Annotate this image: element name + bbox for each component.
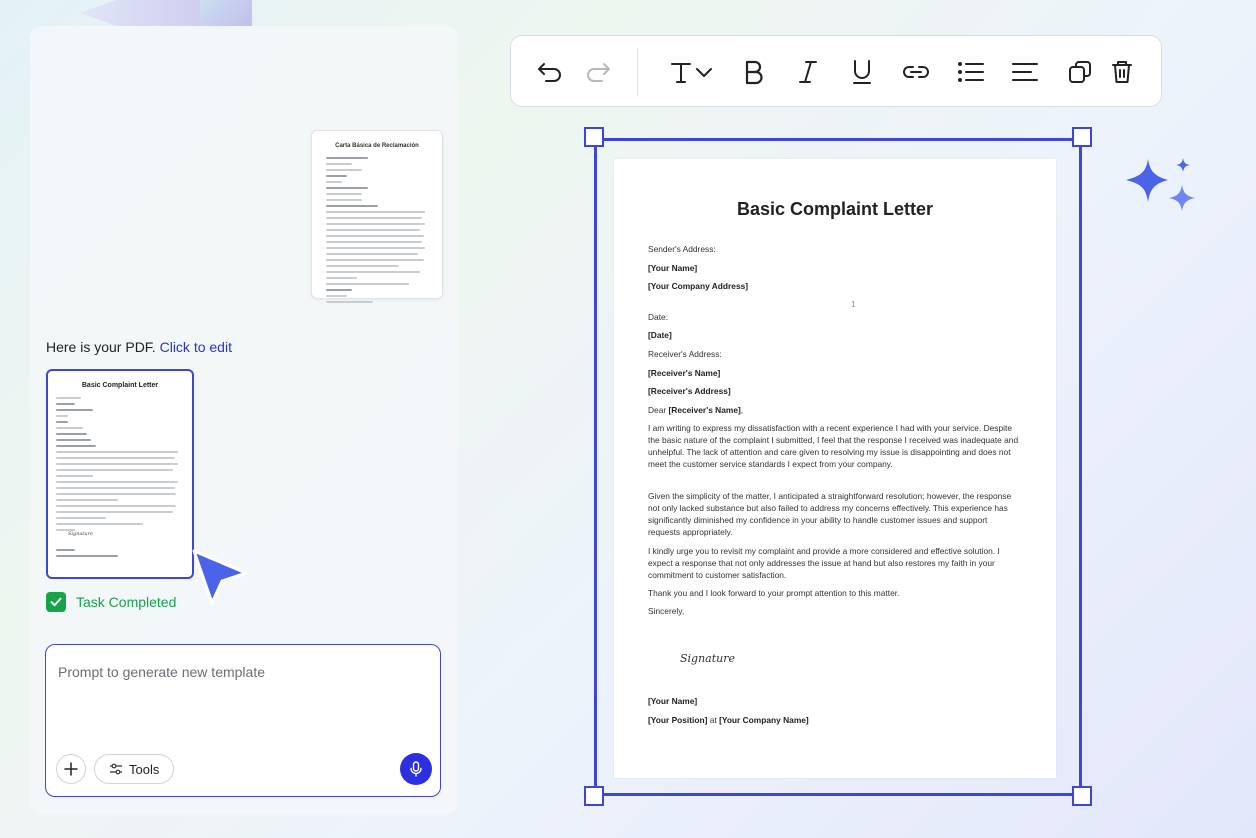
task-status-label: Task Completed xyxy=(76,594,177,610)
page-number: 1 xyxy=(851,299,856,309)
document-page[interactable]: Basic Complaint Letter 1 Sender's Addres… xyxy=(614,159,1056,778)
your-company-address-field: [Your Company Address] xyxy=(648,281,749,291)
signature-image: Signature xyxy=(680,652,736,665)
your-name-field: [Your Name] xyxy=(648,263,698,273)
generated-pdf-thumbnail[interactable]: Basic Complaint Letter Signature xyxy=(46,369,194,579)
add-attachment-button[interactable] xyxy=(56,754,86,784)
paragraph-1: I am writing to express my dissatisfacti… xyxy=(648,423,1019,469)
thumbnail-text-lines xyxy=(56,549,180,561)
prompt-input[interactable] xyxy=(56,663,430,681)
paragraph-3: I kindly urge you to revisit my complain… xyxy=(648,546,1000,580)
background-shape xyxy=(200,0,252,26)
date-field: [Date] xyxy=(648,330,672,340)
salutation: Dear [Receiver's Name], xyxy=(648,404,1020,416)
receivers-address-label: Receiver's Address: xyxy=(648,349,722,359)
prompt-composer: Tools xyxy=(45,644,441,797)
microphone-button[interactable] xyxy=(400,753,432,785)
undo-button[interactable] xyxy=(533,54,567,90)
tools-button[interactable]: Tools xyxy=(94,754,175,784)
resize-handle-bottom-right[interactable] xyxy=(1072,786,1092,806)
redo-button[interactable] xyxy=(581,54,615,90)
pdf-message-text: Here is your PDF. xyxy=(46,339,156,355)
generated-thumbnail-title: Basic Complaint Letter xyxy=(81,382,159,389)
bullet-list-icon xyxy=(958,62,984,82)
salutation-dear: Dear xyxy=(648,405,667,415)
duplicate-button[interactable] xyxy=(1063,54,1097,90)
link-button[interactable] xyxy=(899,54,933,90)
editor-toolbar xyxy=(510,35,1162,107)
delete-button[interactable] xyxy=(1105,54,1139,90)
signature-name: [Your Name] xyxy=(648,696,698,706)
check-icon xyxy=(46,592,66,612)
thumbnail-text-lines xyxy=(326,157,430,307)
pdf-ready-message: Here is your PDF. Click to edit xyxy=(46,339,232,355)
align-left-icon xyxy=(1012,63,1038,81)
cursor-pointer-icon xyxy=(192,549,248,605)
undo-icon xyxy=(538,63,561,82)
redo-icon xyxy=(587,63,610,82)
receivers-name-field: [Receiver's Name] xyxy=(648,368,721,378)
document-title: Basic Complaint Letter xyxy=(736,199,934,219)
delete-icon xyxy=(1112,61,1132,83)
paragraph-2: Given the simplicity of the matter, I an… xyxy=(648,491,1012,537)
resize-handle-top-right[interactable] xyxy=(1072,127,1092,147)
align-left-button[interactable] xyxy=(1007,54,1043,90)
underline-button[interactable] xyxy=(845,54,879,90)
date-label: Date: xyxy=(648,312,669,322)
salutation-name: [Receiver's Name] xyxy=(668,405,741,415)
signature-company: [Your Company Name] xyxy=(719,715,809,725)
bold-icon xyxy=(745,60,763,85)
background-shape xyxy=(80,0,200,26)
text-style-icon xyxy=(671,63,691,83)
reference-thumbnail-title: Carta Básica de Reclamación xyxy=(335,143,419,149)
task-status: Task Completed xyxy=(46,592,176,612)
italic-icon xyxy=(799,61,817,83)
link-icon xyxy=(903,66,929,78)
sliders-icon xyxy=(110,763,122,775)
duplicate-icon xyxy=(1069,61,1091,83)
salutation-comma: , xyxy=(740,405,744,415)
resize-handle-bottom-left[interactable] xyxy=(584,786,604,806)
resize-handle-top-left[interactable] xyxy=(584,127,604,147)
bullet-list-button[interactable] xyxy=(953,54,989,90)
underline-icon xyxy=(853,60,871,84)
tools-label: Tools xyxy=(129,761,160,777)
chevron-down-icon xyxy=(696,68,712,77)
italic-button[interactable] xyxy=(791,54,825,90)
thumbnail-text-lines xyxy=(56,397,180,535)
microphone-icon xyxy=(410,761,422,777)
senders-address-label: Sender's Address: xyxy=(648,244,716,254)
text-style-dropdown[interactable] xyxy=(661,54,721,90)
receivers-address-field: [Receiver's Address] xyxy=(648,386,731,396)
thumbnail-signature: Signature xyxy=(68,531,94,537)
click-to-edit-link[interactable]: Click to edit xyxy=(160,339,232,355)
signature-position: [Your Position] xyxy=(648,715,708,725)
bold-button[interactable] xyxy=(737,54,771,90)
closing: Sincerely, xyxy=(648,606,685,616)
toolbar-divider xyxy=(637,48,638,96)
signature-at: at xyxy=(709,715,717,725)
plus-icon xyxy=(64,762,78,776)
sparkle-icon xyxy=(1126,158,1195,211)
reference-document-thumbnail[interactable]: Carta Básica de Reclamación xyxy=(311,130,443,303)
paragraph-4: Thank you and I look forward to your pro… xyxy=(648,588,900,598)
